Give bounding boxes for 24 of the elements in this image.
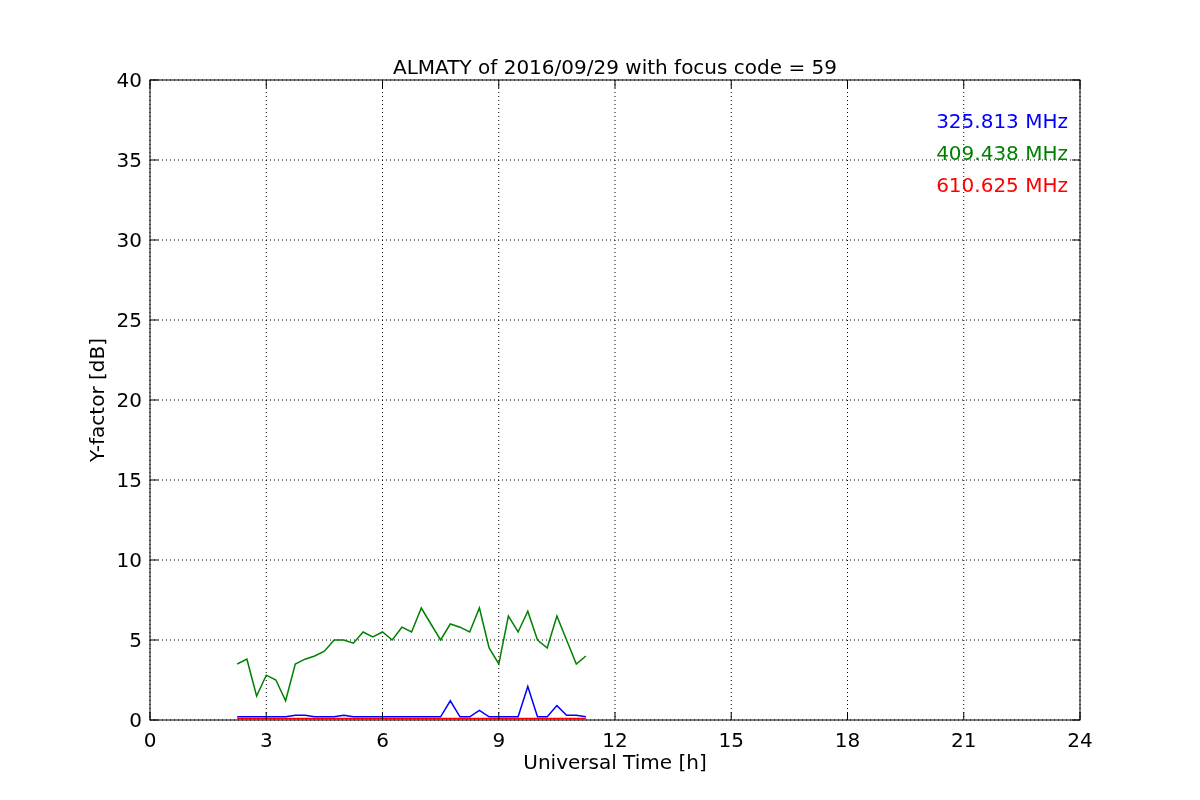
x-tick-label: 12 (602, 728, 628, 752)
x-tick-label: 18 (834, 728, 861, 752)
y-tick-label: 30 (116, 228, 142, 252)
x-tick-label: 0 (143, 728, 157, 752)
legend-label: 409.438 MHz (936, 141, 1068, 165)
y-axis-label: Y-factor [dB] (85, 338, 109, 462)
x-tick-label: 9 (492, 728, 506, 752)
x-tick-label: 21 (951, 728, 977, 752)
y-tick-label: 25 (116, 308, 142, 332)
legend-label: 610.625 MHz (936, 173, 1068, 197)
x-axis-label: Universal Time [h] (523, 750, 707, 774)
x-tick-label: 24 (1067, 728, 1093, 752)
y-tick-label: 35 (116, 148, 142, 172)
x-tick-label: 6 (376, 728, 389, 752)
y-tick-label: 15 (116, 468, 142, 492)
y-tick-label: 20 (116, 388, 142, 412)
x-tick-label: 15 (718, 728, 744, 752)
y-tick-label: 0 (129, 708, 142, 732)
legend-label: 325.813 MHz (936, 109, 1068, 133)
chart-title: ALMATY of 2016/09/29 with focus code = 59 (393, 55, 837, 79)
y-tick-label: 40 (116, 68, 142, 92)
y-tick-label: 10 (116, 548, 142, 572)
x-tick-label: 3 (259, 728, 273, 752)
y-tick-label: 5 (129, 628, 142, 652)
